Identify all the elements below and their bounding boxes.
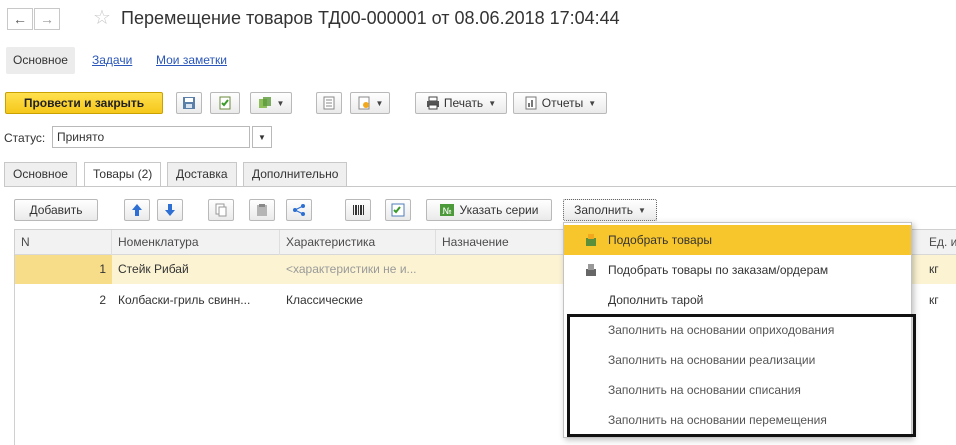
add-button[interactable]: Добавить [14, 199, 98, 221]
row-number[interactable]: 2 [15, 286, 112, 315]
check-button[interactable] [385, 199, 411, 221]
report-icon [525, 96, 537, 110]
row-characteristic[interactable]: Классические [280, 286, 436, 315]
arrow-down-icon [165, 204, 175, 216]
column-header-nomenclature[interactable]: Номенклатура [112, 230, 280, 255]
print-button[interactable]: Печать ▼ [415, 92, 507, 114]
menu-item-pick-goods[interactable]: Подобрать товары [564, 225, 911, 255]
arrow-right-icon: → [40, 11, 54, 27]
tab-additional[interactable]: Дополнительно [243, 162, 348, 186]
fill-button[interactable]: Заполнить ▼ [563, 199, 657, 221]
specify-series-button[interactable]: № Указать серии [426, 199, 552, 221]
pick-goods-icon [586, 234, 596, 246]
page-title: Перемещение товаров ТД00-000001 от 08.06… [121, 8, 620, 28]
attachment-icon [358, 96, 370, 110]
move-down-button[interactable] [157, 199, 183, 221]
paste-icon [257, 204, 267, 216]
menu-item-label: Подобрать товары [608, 233, 712, 247]
copy-icon [215, 203, 227, 217]
chevron-down-icon: ▼ [638, 205, 646, 215]
series-number-icon: № [439, 204, 454, 217]
chevron-down-icon: ▼ [258, 132, 266, 142]
chevron-down-icon: ▼ [375, 98, 384, 108]
row-unit[interactable]: кг [923, 255, 956, 284]
paste-button[interactable] [249, 199, 275, 221]
tab-notes[interactable]: Мои заметки [149, 47, 234, 74]
reports-button[interactable]: Отчеты ▼ [513, 92, 607, 114]
menu-item-label: Дополнить тарой [608, 293, 704, 307]
svg-text:№: № [442, 207, 451, 217]
print-label: Печать [443, 96, 484, 110]
favorite-star-icon[interactable]: ☆ [93, 7, 111, 29]
fill-label: Заполнить [574, 203, 633, 217]
row-number[interactable]: 1 [15, 255, 112, 284]
post-and-close-button[interactable]: Провести и закрыть [5, 92, 163, 114]
tab-content-main[interactable]: Основное [4, 162, 77, 186]
split-icon [293, 204, 305, 216]
printer-icon [426, 96, 439, 110]
chevron-down-icon: ▼ [588, 98, 597, 108]
arrow-left-icon: ← [13, 11, 27, 27]
menu-item-label: Подобрать товары по заказам/ордерам [608, 263, 829, 277]
row-nomenclature[interactable]: Колбаски-гриль свинн... [112, 286, 280, 315]
chevron-down-icon: ▼ [276, 98, 285, 108]
tab-tasks[interactable]: Задачи [85, 47, 139, 74]
column-header-n[interactable]: N [15, 230, 112, 255]
list-icon [323, 96, 335, 110]
create-based-on-button[interactable]: ▼ [250, 92, 292, 114]
back-button[interactable]: ← [7, 8, 33, 30]
create-based-icon [258, 97, 271, 108]
row-unit[interactable]: кг [923, 286, 956, 315]
status-field[interactable]: Принято [52, 126, 250, 148]
save-icon [183, 97, 195, 109]
menu-item-pick-by-orders[interactable]: Подобрать товары по заказам/ордерам [564, 255, 911, 285]
post-button[interactable] [210, 92, 240, 114]
chevron-down-icon: ▼ [488, 98, 497, 108]
menu-item-add-packaging[interactable]: Дополнить тарой [564, 285, 911, 315]
barcode-icon [353, 205, 364, 215]
post-document-icon [219, 96, 231, 110]
tab-divider [4, 186, 956, 187]
split-row-button[interactable] [286, 199, 312, 221]
pick-orders-icon [586, 264, 596, 276]
arrow-up-icon [132, 204, 142, 216]
document-journal-button[interactable] [316, 92, 342, 114]
copy-button[interactable] [208, 199, 234, 221]
barcode-button[interactable] [345, 199, 371, 221]
tab-goods[interactable]: Товары (2) [84, 162, 162, 187]
status-dropdown-button[interactable]: ▼ [252, 126, 272, 148]
column-header-characteristic[interactable]: Характеристика [280, 230, 436, 255]
reports-label: Отчеты [541, 96, 584, 110]
tab-delivery[interactable]: Доставка [167, 162, 237, 186]
column-header-purpose[interactable]: Назначение [436, 230, 566, 255]
forward-button[interactable]: → [34, 8, 60, 30]
move-up-button[interactable] [124, 199, 150, 221]
save-button[interactable] [176, 92, 202, 114]
attachments-button[interactable]: ▼ [350, 92, 390, 114]
column-header-unit[interactable]: Ед. и [923, 230, 956, 255]
specify-series-label: Указать серии [459, 203, 539, 217]
row-characteristic[interactable]: <характеристики не и... [280, 255, 436, 284]
row-nomenclature[interactable]: Стейк Рибай [112, 255, 280, 284]
tab-main[interactable]: Основное [6, 47, 75, 74]
checklist-icon [391, 203, 405, 217]
status-label: Статус: [4, 131, 46, 145]
highlight-frame [567, 314, 916, 437]
